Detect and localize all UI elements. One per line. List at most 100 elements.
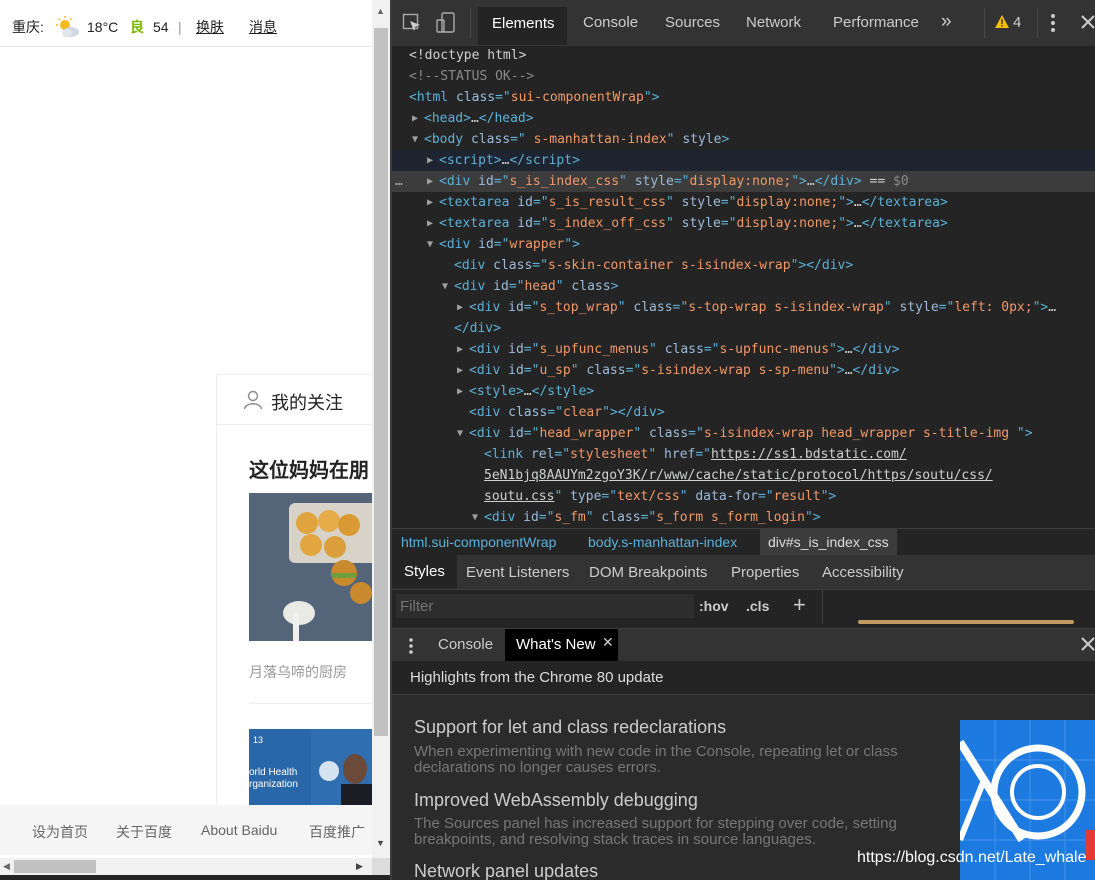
collapse-triangle-icon[interactable]: ▼ [472, 507, 478, 528]
horizontal-scroll-thumb[interactable] [14, 860, 96, 873]
close-drawer-icon[interactable] [1081, 637, 1095, 655]
scroll-up-icon[interactable]: ▲ [376, 6, 385, 16]
footer-link-promotion[interactable]: 百度推广 [309, 822, 365, 842]
dom-node-line[interactable]: 5eN1bjq8AAUYm2zgoY3K/r/www/cache/static/… [392, 465, 1095, 486]
dom-node-text: <div id="head" class> [454, 279, 619, 294]
change-skin-link[interactable]: 换肤 [196, 19, 224, 35]
news-title-1[interactable]: Support for let and class redeclarations [414, 717, 726, 738]
dom-node-line[interactable]: ▶ <head>…</head> [392, 108, 1095, 129]
tab-sources[interactable]: Sources [665, 14, 720, 31]
vertical-scroll-thumb[interactable] [374, 28, 388, 736]
breadcrumb-selected-div[interactable]: div#s_is_index_css [760, 529, 897, 555]
expand-triangle-icon[interactable]: ▶ [427, 192, 433, 213]
footer-link-about-cn[interactable]: 关于百度 [116, 822, 172, 842]
dom-node-line[interactable]: soutu.css" type="text/css" data-for="res… [392, 486, 1095, 507]
dom-node-line[interactable]: ▼ <div id="s_fm" class="s_form s_form_log… [392, 507, 1095, 528]
expand-triangle-icon[interactable]: ▶ [457, 339, 463, 360]
dom-node-line[interactable]: ▶ <div id="s_is_index_css" style="display… [392, 171, 1095, 192]
close-whats-new-icon[interactable]: ✕ [602, 634, 614, 651]
dom-node-line[interactable]: <html class="sui-componentWrap"> [392, 87, 1095, 108]
new-style-rule-icon[interactable]: + [793, 592, 806, 618]
dom-node-line[interactable]: </div> [392, 318, 1095, 339]
tab-console[interactable]: Console [583, 14, 638, 31]
tab-network[interactable]: Network [746, 14, 801, 31]
tab-performance[interactable]: Performance [833, 14, 919, 31]
expand-triangle-icon[interactable]: ▶ [412, 108, 418, 129]
expand-triangle-icon[interactable]: ▶ [457, 360, 463, 381]
dom-node-line[interactable]: ▶ <textarea id="s_is_result_css" style="d… [392, 192, 1095, 213]
news-thumbnail[interactable] [249, 493, 372, 641]
dom-tree[interactable]: <!doctype html> <!--STATUS OK--> <html cla… [392, 46, 1095, 528]
follow-card-header[interactable]: 我的关注 [217, 375, 372, 425]
tab-properties[interactable]: Properties [731, 564, 799, 581]
vertical-scrollbar[interactable]: ▲ ▼ [372, 0, 390, 858]
news-title-2[interactable]: Improved WebAssembly debugging [414, 790, 698, 811]
warning-icon[interactable] [995, 15, 1009, 32]
card-divider [249, 703, 372, 704]
dom-node-text: <div id="wrapper"> [439, 237, 580, 252]
dom-node-text: 5eN1bjq8AAUYm2zgoY3K/r/www/cache/static/… [484, 468, 993, 483]
inspect-element-icon[interactable] [402, 13, 422, 37]
expand-triangle-icon[interactable]: ▶ [457, 381, 463, 402]
dom-node-line[interactable]: ▶ <style>…</style> [392, 381, 1095, 402]
footer-link-set-home[interactable]: 设为首页 [32, 822, 88, 842]
scroll-left-icon[interactable]: ◀ [3, 861, 10, 872]
dom-node-text: <div id="s_fm" class="s_form s_form_logi… [484, 510, 821, 525]
hover-state-toggle[interactable]: :hov [699, 598, 729, 614]
dom-node-line[interactable]: ▼ <div id="head" class> [392, 276, 1095, 297]
news-title-3[interactable]: Network panel updates [414, 861, 598, 880]
breadcrumb-body[interactable]: body.s-manhattan-index [588, 534, 737, 550]
news-headline[interactable]: 这位妈妈在朋 [249, 454, 369, 483]
dom-node-line[interactable]: ▶ <textarea id="s_index_off_css" style="d… [392, 213, 1095, 234]
expand-triangle-icon[interactable]: ▶ [427, 171, 433, 192]
tab-elements[interactable]: Elements [478, 7, 567, 45]
dom-node-line[interactable]: ▼ <div id="head_wrapper" class="s-isindex… [392, 423, 1095, 444]
dom-node-line[interactable]: <!doctype html> [392, 46, 1095, 66]
tab-dom-breakpoints[interactable]: DOM Breakpoints [589, 564, 707, 581]
close-devtools-icon[interactable] [1081, 15, 1095, 33]
dom-node-line[interactable]: ▶ <script>…</script> [392, 150, 1095, 171]
horizontal-scrollbar[interactable]: ◀ ▶ [0, 858, 372, 875]
dom-node-line[interactable]: <link rel="stylesheet" href="https://ss1… [392, 444, 1095, 465]
collapse-triangle-icon[interactable]: ▼ [427, 234, 433, 255]
class-toggle[interactable]: .cls [746, 598, 769, 614]
dom-node-line[interactable]: <div class="clear"></div> [392, 402, 1095, 423]
collapse-triangle-icon[interactable]: ▼ [457, 423, 463, 444]
footer-link-about-en[interactable]: About Baidu [201, 822, 277, 838]
scroll-right-icon[interactable]: ▶ [356, 861, 363, 872]
dom-node-text: <script>…</script> [439, 153, 580, 168]
dom-node-line[interactable]: <div class="s-skin-container s-isindex-w… [392, 255, 1095, 276]
collapse-triangle-icon[interactable]: ▼ [412, 129, 418, 150]
tab-styles[interactable]: Styles [392, 555, 457, 589]
expand-triangle-icon[interactable]: ▶ [457, 297, 463, 318]
news-thumbnail-2[interactable]: 13 orld Health rganization [249, 729, 372, 809]
expand-triangle-icon[interactable]: ▶ [427, 213, 433, 234]
node-actions-icon[interactable]: … [395, 171, 403, 192]
dom-node-text: <div id="u_sp" class="s-isindex-wrap s-s… [469, 363, 900, 378]
dom-node-line[interactable]: ▶ <div id="s_top_wrap" class="s-top-wrap … [392, 297, 1095, 318]
dom-node-line[interactable]: ▶ <div id="u_sp" class="s-isindex-wrap s-… [392, 360, 1095, 381]
warning-count[interactable]: 4 [1013, 14, 1021, 31]
tab-event-listeners[interactable]: Event Listeners [466, 564, 569, 581]
scroll-down-icon[interactable]: ▼ [376, 838, 385, 848]
styles-filter-input[interactable] [396, 594, 694, 618]
dom-node-text: <div class="s-skin-container s-isindex-w… [454, 258, 854, 273]
dom-node-line[interactable]: <!--STATUS OK--> [392, 66, 1095, 87]
drawer-tab-whats-new[interactable]: What's New ✕ [505, 629, 618, 661]
messages-link[interactable]: 消息 [249, 19, 277, 35]
device-toolbar-icon[interactable] [436, 12, 456, 38]
devtools-panel: Elements Console Sources Network Perform… [392, 0, 1095, 880]
dom-node-line[interactable]: ▼ <div id="wrapper"> [392, 234, 1095, 255]
more-tabs-icon[interactable]: » [941, 11, 952, 33]
kebab-menu-icon[interactable] [1050, 13, 1056, 37]
tab-accessibility[interactable]: Accessibility [822, 564, 904, 581]
dom-node-text: <div id="s_upfunc_menus" class="s-upfunc… [469, 342, 900, 357]
dom-node-text: <html class="sui-componentWrap"> [409, 90, 660, 105]
dom-node-line[interactable]: ▼ <body class=" s-manhattan-index" style> [392, 129, 1095, 150]
breadcrumb-html[interactable]: html.sui-componentWrap [401, 534, 556, 550]
drawer-menu-icon[interactable] [408, 637, 414, 659]
expand-triangle-icon[interactable]: ▶ [427, 150, 433, 171]
collapse-triangle-icon[interactable]: ▼ [442, 276, 448, 297]
drawer-tab-console[interactable]: Console [438, 636, 493, 653]
dom-node-line[interactable]: ▶ <div id="s_upfunc_menus" class="s-upfun… [392, 339, 1095, 360]
